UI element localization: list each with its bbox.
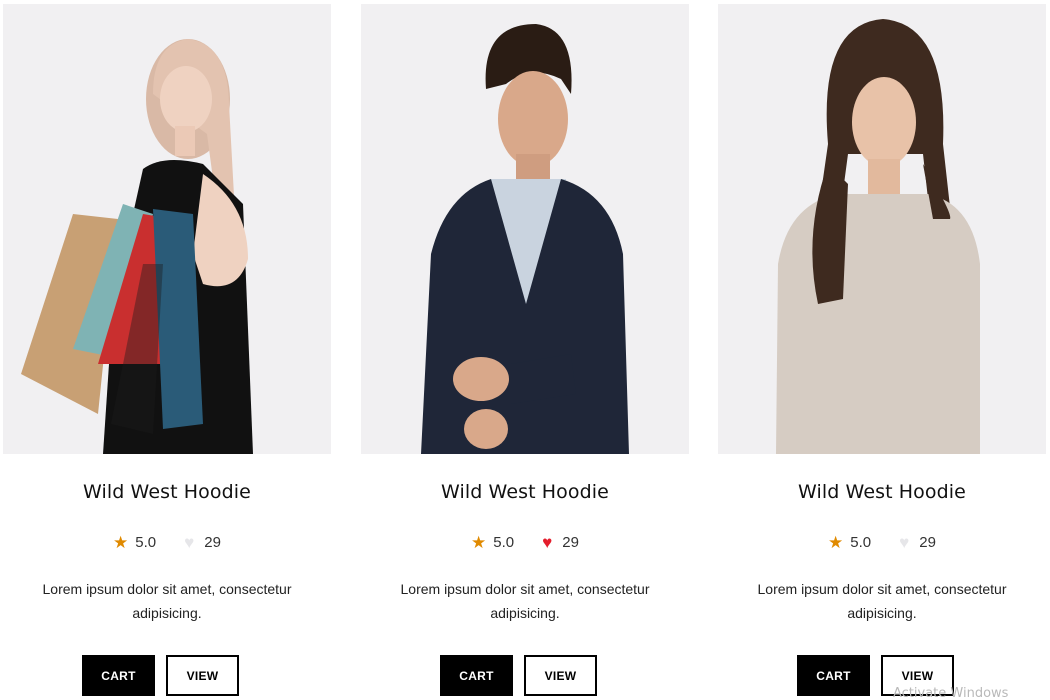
woman-with-shopping-bags-image [21,39,253,454]
product-image[interactable] [3,4,331,454]
product-description: Lorem ipsum dolor sit amet, consectetur … [757,581,1007,621]
product-rating: 5.0 [850,534,872,551]
product-likes: 29 [919,534,936,551]
view-button[interactable]: VIEW [524,655,597,696]
product-title[interactable]: Wild West Hoodie [361,481,689,503]
product-rating: 5.0 [135,534,157,551]
man-in-blazer-image [421,24,629,454]
cart-button[interactable]: CART [797,655,870,696]
woman-in-beige-sweater-image [776,19,980,454]
product-rating: 5.0 [493,534,515,551]
product-image[interactable] [718,4,1046,454]
heart-icon[interactable]: ♥ [542,534,552,551]
product-meta: ★ 5.0 ♥ 29 [361,534,689,551]
product-image[interactable] [361,4,689,454]
product-actions: CART VIEW [440,655,597,696]
product-meta: ★ 5.0 ♥ 29 [3,534,331,551]
product-meta: ★ 5.0 ♥ 29 [718,534,1046,551]
heart-icon[interactable]: ♥ [899,534,909,551]
product-likes: 29 [562,534,579,551]
product-actions: CART VIEW [82,655,239,696]
view-button[interactable]: VIEW [166,655,239,696]
product-card: Wild West Hoodie ★ 5.0 ♥ 29 Lorem ipsum … [718,0,1046,700]
star-icon: ★ [113,533,129,552]
cart-button[interactable]: CART [440,655,513,696]
heart-icon[interactable]: ♥ [184,534,194,551]
star-icon: ★ [828,533,844,552]
product-card: Wild West Hoodie ★ 5.0 ♥ 29 Lorem ipsum … [3,0,331,700]
product-title[interactable]: Wild West Hoodie [718,481,1046,503]
product-card: Wild West Hoodie ★ 5.0 ♥ 29 Lorem ipsum … [361,0,689,700]
activation-watermark: Activate Windows [893,686,1009,700]
product-title[interactable]: Wild West Hoodie [3,481,331,503]
product-grid: Wild West Hoodie ★ 5.0 ♥ 29 Lorem ipsum … [0,0,1050,700]
star-icon: ★ [471,533,487,552]
cart-button[interactable]: CART [82,655,155,696]
product-description: Lorem ipsum dolor sit amet, consectetur … [42,581,292,621]
product-description: Lorem ipsum dolor sit amet, consectetur … [400,581,650,621]
product-likes: 29 [204,534,221,551]
